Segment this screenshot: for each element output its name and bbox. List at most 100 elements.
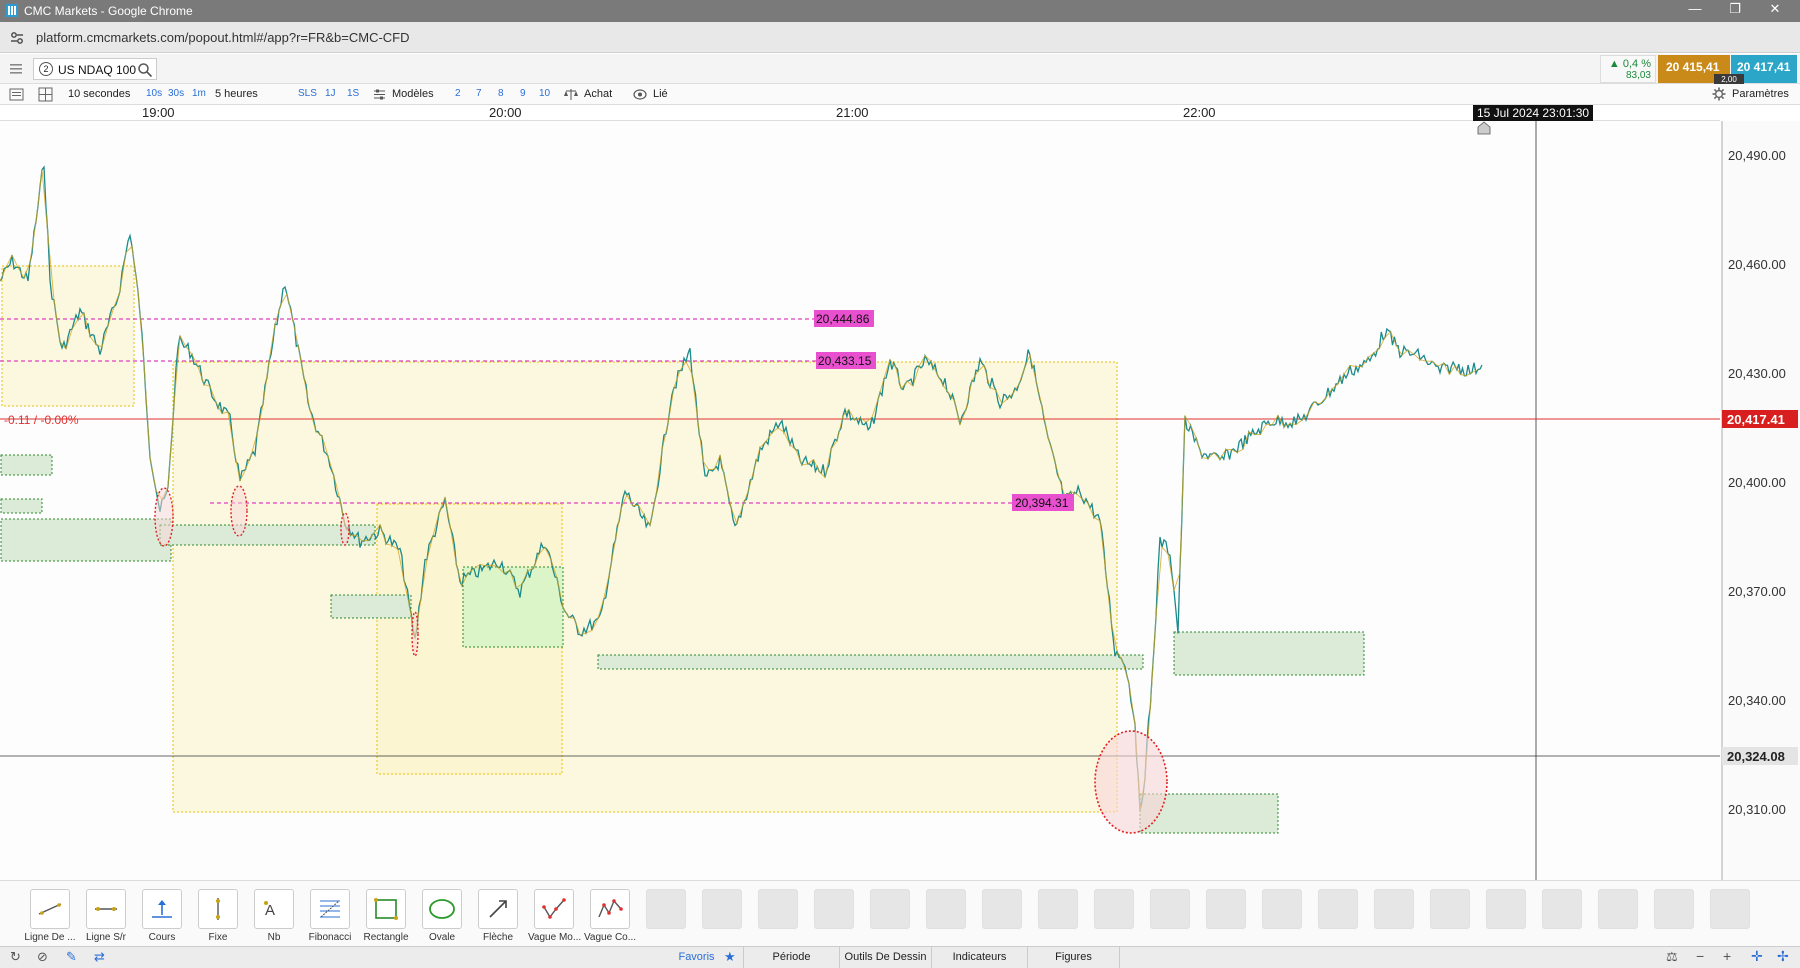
cancel-icon[interactable]: ⊘ — [37, 949, 48, 965]
tool-slot-empty[interactable] — [640, 889, 692, 929]
site-settings-icon[interactable] — [9, 30, 25, 46]
tool-oval[interactable]: Ovale — [416, 889, 468, 943]
count-9[interactable]: 9 — [520, 88, 526, 99]
models-icon[interactable] — [373, 88, 386, 101]
url-text[interactable]: platform.cmcmarkets.com/popout.html#/app… — [36, 30, 410, 45]
buy-toggle[interactable]: Achat — [584, 88, 612, 100]
tool-slot-empty[interactable] — [696, 889, 748, 929]
tool-slot-empty[interactable] — [1200, 889, 1252, 929]
tool-slot-empty[interactable] — [1424, 889, 1476, 929]
range-sls[interactable]: SLS — [298, 88, 317, 99]
interval-selector[interactable]: 10 secondes — [68, 88, 130, 100]
gear-icon[interactable] — [1712, 87, 1726, 101]
browser-title-bar: CMC Markets - Google Chrome — ❐ ✕ — [0, 0, 1800, 22]
time-axis: 19:00 20:00 21:00 22:00 15 Jul 2024 23:0… — [0, 105, 1720, 121]
tool-slot-empty[interactable] — [1088, 889, 1140, 929]
tab-period[interactable]: Période — [744, 947, 840, 968]
range-1j[interactable]: 1J — [325, 88, 336, 99]
interval-30s[interactable]: 30s — [168, 88, 184, 99]
chart-number-badge: 2 — [39, 62, 53, 76]
level-tag-label: 20,433.15 — [818, 354, 872, 368]
tool-slot-empty[interactable] — [1480, 889, 1532, 929]
buy-scale-icon[interactable] — [564, 88, 578, 101]
crosshair-price-label: 20,324.08 — [1727, 749, 1785, 764]
green-zone — [0, 498, 43, 514]
tool-slot-empty[interactable] — [1032, 889, 1084, 929]
range-1s[interactable]: 1S — [347, 88, 359, 99]
tool-slot-empty[interactable] — [1536, 889, 1588, 929]
tool-slot-empty[interactable] — [864, 889, 916, 929]
search-icon[interactable] — [137, 62, 153, 78]
green-zone — [597, 654, 1144, 670]
tool-label: Cours — [148, 932, 176, 943]
star-icon[interactable]: ★ — [724, 949, 736, 965]
tool-fixed-line[interactable]: Fixe — [192, 889, 244, 943]
tool-label: Vague Co... — [584, 932, 637, 943]
price-label: 20,310.00 — [1728, 802, 1786, 817]
tool-slot-empty[interactable] — [1704, 889, 1756, 929]
tool-slot-empty[interactable] — [1592, 889, 1644, 929]
magnet-icon[interactable]: ⇄ — [94, 949, 105, 965]
tool-trend-line[interactable]: Ligne De ... — [24, 889, 76, 943]
interval-1m[interactable]: 1m — [192, 88, 206, 99]
price-chart[interactable]: 20,490.00 20,460.00 20,430.00 20,400.00 … — [0, 121, 1800, 881]
sell-price: 20 415,41 — [1666, 60, 1720, 74]
tab-indicators[interactable]: Indicateurs — [932, 947, 1028, 968]
count-8[interactable]: 8 — [498, 88, 504, 99]
layout-grid-icon[interactable] — [38, 87, 53, 102]
tool-wave-corrective[interactable]: Vague Co... — [584, 889, 636, 943]
count-7[interactable]: 7 — [476, 88, 482, 99]
settings-button[interactable]: Paramètres — [1732, 88, 1789, 100]
address-bar[interactable]: platform.cmcmarkets.com/popout.html#/app… — [0, 22, 1800, 53]
tool-label: Fibonacci — [308, 932, 352, 943]
models-button[interactable]: Modèles — [392, 88, 434, 100]
tool-label: Nb — [267, 932, 281, 943]
tool-sr-line[interactable]: Ligne S/r — [80, 889, 132, 943]
fixed-line-icon — [216, 898, 220, 920]
tool-slot-empty[interactable] — [976, 889, 1028, 929]
pencil-icon[interactable]: ✎ — [66, 949, 77, 965]
tool-label: Ligne De ... — [24, 932, 76, 943]
price-label: 20,400.00 — [1728, 475, 1786, 490]
tool-slot-empty[interactable] — [1312, 889, 1364, 929]
note-icon: A — [264, 901, 275, 919]
wave-icon — [542, 898, 566, 919]
count-2[interactable]: 2 — [455, 88, 461, 99]
count-10[interactable]: 10 — [539, 88, 550, 99]
link-eye-icon[interactable] — [633, 89, 647, 100]
zoom-in-icon[interactable]: + — [1723, 948, 1731, 964]
close-button[interactable]: ✕ — [1755, 1, 1795, 17]
refresh-icon[interactable]: ↻ — [10, 949, 21, 965]
list-view-icon[interactable] — [9, 87, 24, 102]
tool-note[interactable]: A Nb — [248, 889, 300, 943]
highlight-ellipse — [154, 487, 174, 547]
linked-toggle[interactable]: Lié — [653, 88, 668, 100]
expand-icon[interactable]: ✢ — [1777, 948, 1789, 965]
tool-slot-empty[interactable] — [1256, 889, 1308, 929]
tool-slot-empty[interactable] — [920, 889, 972, 929]
tool-slot-empty[interactable] — [1144, 889, 1196, 929]
scale-icon[interactable]: ⚖ — [1666, 949, 1678, 965]
tool-fibonacci[interactable]: Fibonacci — [304, 889, 356, 943]
instrument-selector[interactable]: 2 US NDAQ 100 — [33, 58, 157, 80]
interval-10s[interactable]: 10s — [146, 88, 162, 99]
range-selector[interactable]: 5 heures — [215, 88, 258, 100]
tool-slot-empty[interactable] — [808, 889, 860, 929]
zoom-out-icon[interactable]: − — [1696, 948, 1704, 964]
minimize-button[interactable]: — — [1675, 1, 1715, 16]
price-label: 20,430.00 — [1728, 366, 1786, 381]
tool-slot-empty[interactable] — [752, 889, 804, 929]
tool-arrow[interactable]: Flèche — [472, 889, 524, 943]
tab-figures[interactable]: Figures — [1028, 947, 1120, 968]
fibonacci-icon — [320, 900, 340, 918]
crosshair-icon[interactable]: ✛ — [1751, 948, 1763, 965]
hamburger-menu-icon[interactable] — [8, 61, 24, 77]
tool-price-line[interactable]: Cours — [136, 889, 188, 943]
tab-drawing-tools[interactable]: Outils De Dessin — [840, 947, 932, 968]
crosshair-time-label: 15 Jul 2024 23:01:30 — [1473, 105, 1594, 121]
maximize-button[interactable]: ❐ — [1715, 1, 1755, 17]
tool-wave[interactable]: Vague Mo... — [528, 889, 581, 943]
tool-rectangle[interactable]: Rectangle — [360, 889, 412, 943]
tool-slot-empty[interactable] — [1648, 889, 1700, 929]
tool-slot-empty[interactable] — [1368, 889, 1420, 929]
